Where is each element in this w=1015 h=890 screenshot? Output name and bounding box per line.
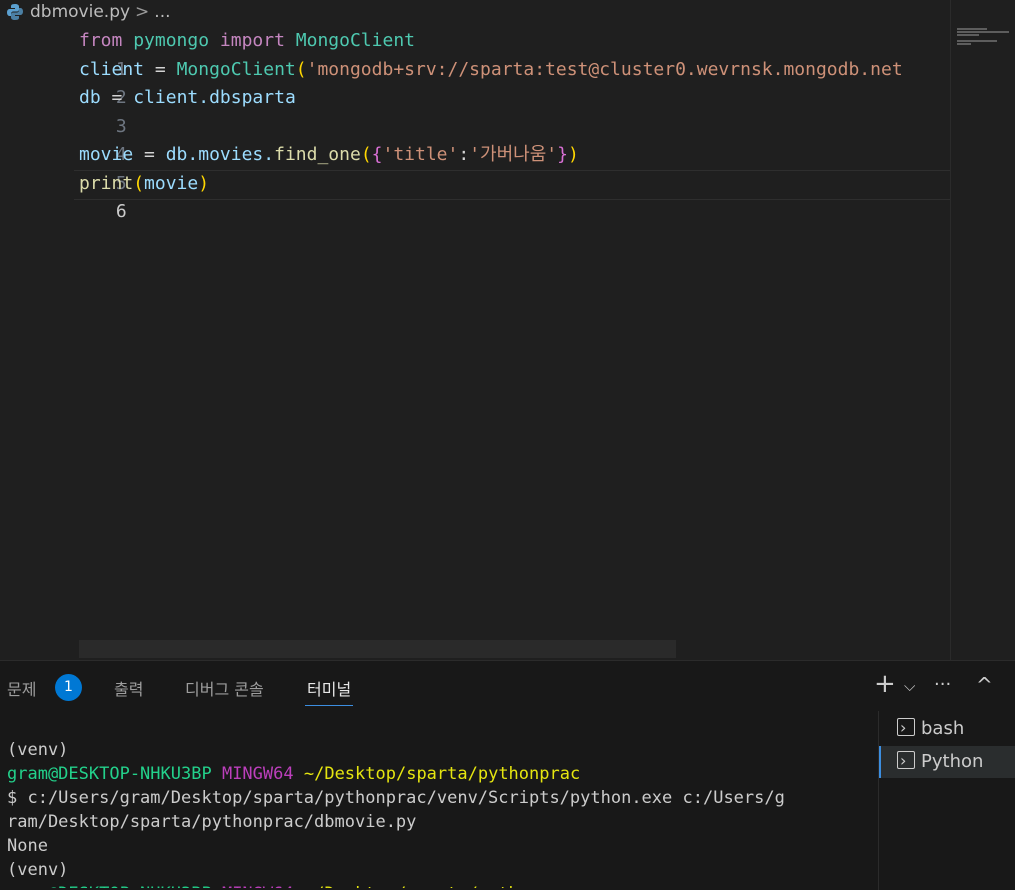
operator: : (458, 144, 470, 165)
terminal-user-host: gram@DESKTOP-NHKU3BP (7, 764, 212, 784)
function-name: find_one (274, 144, 361, 165)
minimap[interactable] (950, 0, 1015, 660)
terminal-line: (venv) (7, 740, 69, 760)
string-literal: 'title' (382, 144, 459, 165)
terminal-output[interactable]: (venv) gram@DESKTOP-NHKU3BP MINGW64 ~/Des… (7, 738, 877, 888)
code-lines[interactable]: 1 from pymongo import MongoClient 2 clie… (0, 27, 903, 223)
tab-terminal[interactable]: 터미널 (304, 676, 354, 706)
terminal-session-bash[interactable]: bash (881, 712, 1015, 745)
string-literal: '가버나움' (469, 144, 558, 165)
new-terminal-plus-icon[interactable]: + (874, 669, 896, 699)
horizontal-scrollbar[interactable] (79, 640, 676, 658)
code-line[interactable]: 1 from pymongo import MongoClient (0, 27, 415, 80)
terminal-session-label: bash (921, 718, 965, 739)
attribute: .dbsparta (198, 87, 296, 108)
bracket: ) (567, 144, 579, 165)
tab-debug-console[interactable]: 디버그 콘솔 (185, 676, 264, 700)
bracket: { (371, 144, 383, 165)
code-line[interactable]: 3 db = client.dbsparta (0, 84, 296, 137)
function-name: print (79, 172, 134, 194)
class-name: MongoClient (176, 58, 296, 80)
variable: movie (144, 172, 199, 194)
code-line[interactable]: 6 print(movie) (0, 170, 209, 223)
terminal-line: None (7, 836, 48, 856)
terminal-icon (897, 712, 915, 744)
line-number: 6 (115, 201, 127, 222)
operator: = (154, 58, 166, 80)
terminal-icon (897, 745, 915, 777)
terminal-line: $ c:/Users/gram/Desktop/sparta/pythonpra… (7, 788, 785, 808)
code-line[interactable]: 4 (0, 113, 127, 165)
terminal-session-label: Python (921, 751, 984, 772)
variable: client (79, 58, 145, 80)
editor-area[interactable]: dbmovie.py > ... 1 from pymongo import M… (0, 0, 1015, 660)
variable: db (79, 87, 101, 108)
variable: client (133, 87, 199, 108)
bracket: ) (198, 172, 210, 194)
terminal-user-host: gram@DESKTOP-NHKU3BP (7, 884, 212, 888)
code-line[interactable]: 2 client = MongoClient('mongodb+srv://sp… (0, 56, 903, 109)
keyword: from (79, 30, 123, 51)
tab-output[interactable]: 출력 (114, 676, 143, 700)
terminal-prompt: gram@DESKTOP-NHKU3BP MINGW64 ~/Desktop/s… (7, 762, 877, 786)
terminal-prompt: gram@DESKTOP-NHKU3BP MINGW64 ~/Desktop/s… (7, 882, 877, 888)
more-actions-icon[interactable]: ··· (934, 674, 951, 695)
maximize-panel-chevron-up-icon[interactable]: ^ (976, 673, 993, 697)
panel-tabs: 문제 1 출력 디버그 콘솔 터미널 + ⌵ ··· ^ (0, 661, 1015, 711)
keyword: import (219, 30, 285, 51)
terminal-line: (venv) (7, 860, 69, 880)
terminal-shell-name: MINGW64 (222, 884, 294, 888)
tab-problems[interactable]: 문제 (7, 676, 36, 700)
class-name: MongoClient (295, 30, 415, 51)
terminal-path: ~/Desktop/sparta/pythonprac (304, 884, 580, 888)
terminal-session-list: bash Python (878, 711, 1015, 890)
bottom-panel: 문제 1 출력 디버그 콘솔 터미널 + ⌵ ··· ^ (venv) gram@… (0, 660, 1015, 890)
terminal-session-python[interactable]: Python (879, 745, 1015, 778)
variable: movie (79, 144, 134, 165)
module-name: pymongo (133, 30, 210, 51)
problems-count-badge: 1 (55, 674, 82, 701)
bracket: } (557, 144, 568, 165)
chevron-down-icon[interactable]: ⌵ (904, 677, 915, 695)
operator: = (111, 87, 123, 108)
terminal-path: ~/Desktop/sparta/pythonprac (303, 764, 581, 784)
code-line[interactable]: 5 movie = db.movies.find_one({'title':'가… (0, 141, 579, 194)
operator: = (144, 144, 155, 165)
terminal-shell-name: MINGW64 (221, 764, 294, 784)
attribute: .movies. (187, 144, 275, 165)
terminal-line: ram/Desktop/sparta/pythonprac/dbmovie.py (7, 812, 417, 832)
bracket: ( (360, 144, 372, 165)
bracket: ( (133, 172, 145, 194)
string-literal: 'mongodb+srv://sparta:test@cluster0.wevr… (306, 58, 903, 80)
variable: db (165, 144, 188, 165)
bracket: ( (295, 58, 307, 80)
